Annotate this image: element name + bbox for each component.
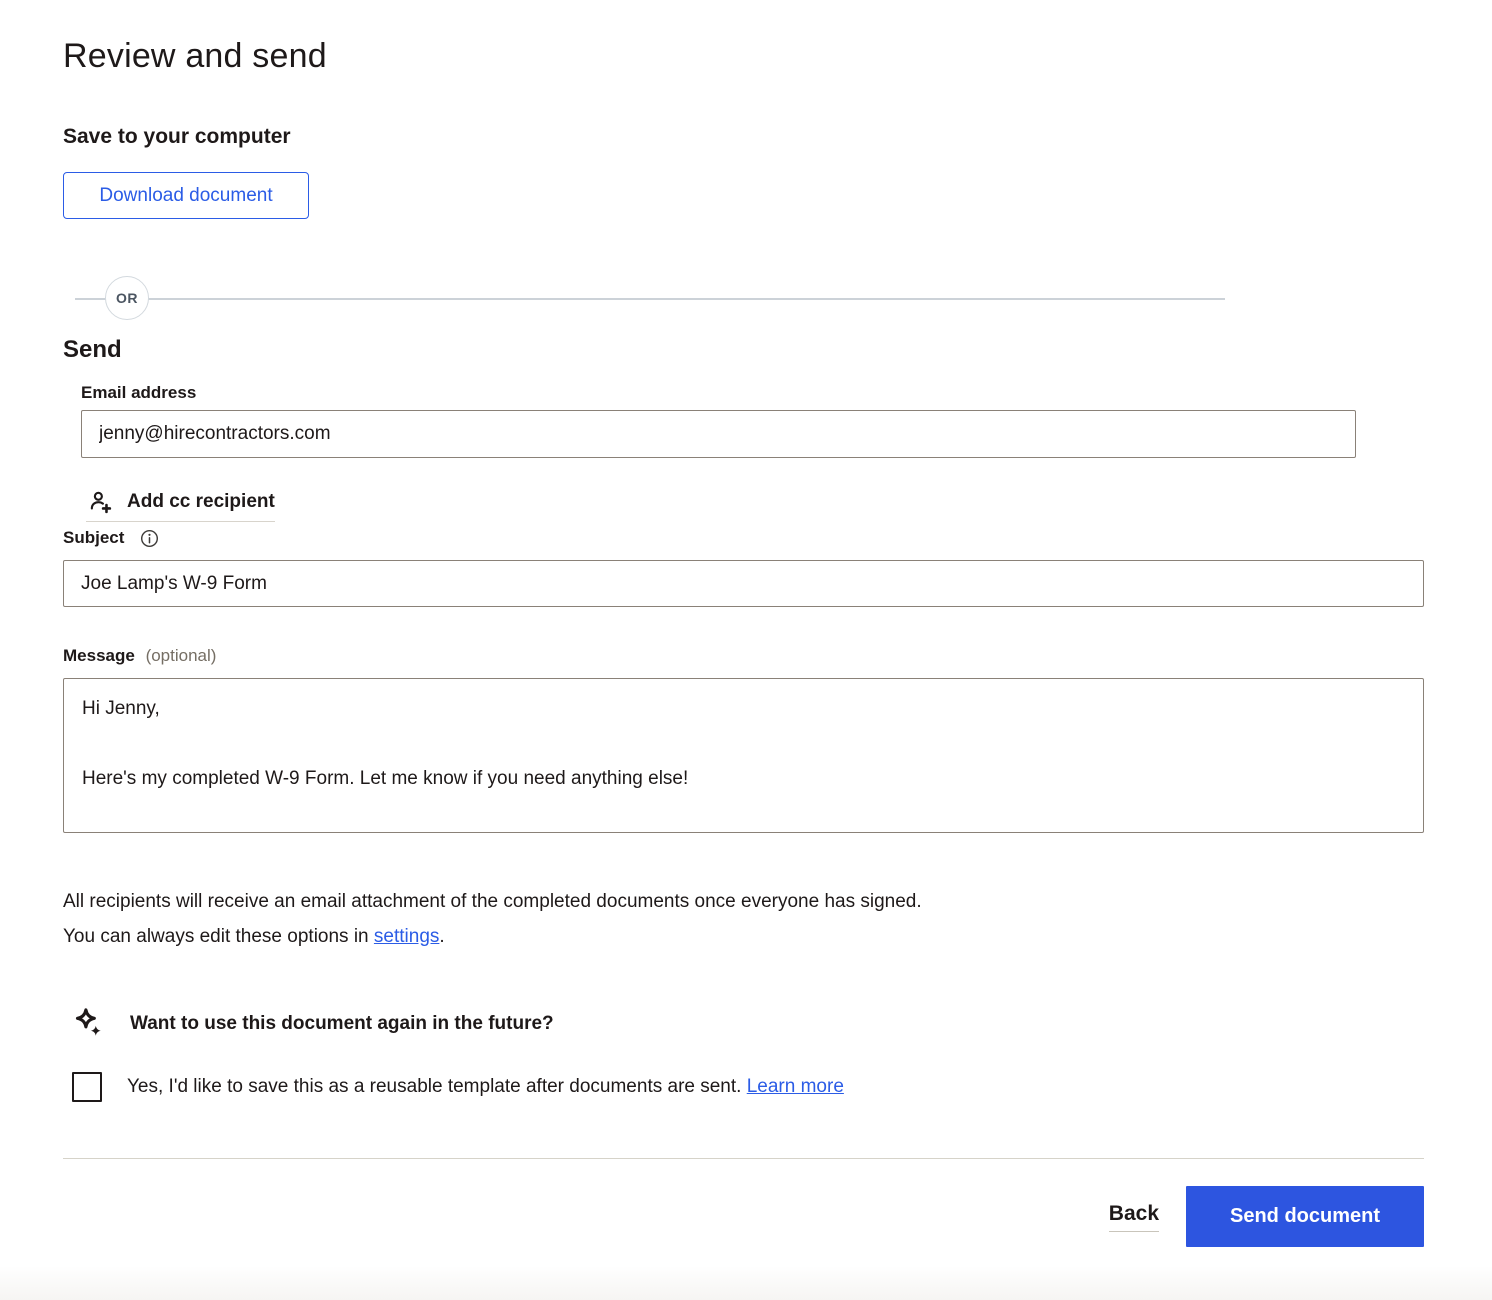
settings-link[interactable]: settings (374, 926, 439, 947)
subject-label: Subject (63, 528, 124, 548)
or-badge: OR (105, 276, 149, 320)
save-template-checkbox[interactable] (72, 1072, 102, 1102)
recipients-notice: All recipients will receive an email att… (63, 884, 943, 954)
info-icon[interactable] (140, 529, 159, 548)
divider-line (75, 298, 1225, 300)
save-template-text: Yes, I'd like to save this as a reusable… (127, 1076, 747, 1097)
send-document-button[interactable]: Send document (1186, 1186, 1424, 1247)
send-section-heading: Send (63, 335, 1424, 365)
message-label-row: Message (optional) (63, 645, 1424, 667)
message-label: Message (63, 646, 135, 665)
subject-label-row: Subject (63, 528, 1424, 548)
template-prompt-row: Want to use this document again in the f… (70, 1006, 1424, 1042)
save-template-row: Yes, I'd like to save this as a reusable… (72, 1072, 1424, 1102)
footer-divider (63, 1158, 1424, 1159)
notice-text-after: . (439, 926, 444, 947)
back-button[interactable]: Back (1109, 1202, 1159, 1232)
download-document-button[interactable]: Download document (63, 172, 309, 219)
sparkle-icon (70, 1006, 106, 1042)
template-prompt-heading: Want to use this document again in the f… (130, 1013, 554, 1035)
email-address-input[interactable] (81, 410, 1356, 458)
page-title: Review and send (63, 36, 1424, 76)
add-cc-recipient-button[interactable]: Add cc recipient (86, 488, 275, 522)
review-and-send-page: Review and send Save to your computer Do… (0, 0, 1492, 1300)
person-plus-icon (86, 488, 113, 515)
subject-input[interactable] (63, 560, 1424, 607)
learn-more-link[interactable]: Learn more (747, 1076, 844, 1097)
message-optional-hint: (optional) (146, 646, 217, 665)
notice-text: All recipients will receive an email att… (63, 891, 922, 947)
email-field-group: Email address (81, 383, 1424, 458)
save-template-label: Yes, I'd like to save this as a reusable… (127, 1076, 844, 1098)
message-textarea[interactable]: Hi Jenny, Here's my completed W-9 Form. … (63, 678, 1424, 833)
bottom-fade (0, 1266, 1492, 1300)
add-cc-recipient-label: Add cc recipient (127, 491, 275, 513)
email-address-label: Email address (81, 383, 1424, 403)
or-divider: OR (63, 276, 1225, 320)
save-section-heading: Save to your computer (63, 125, 1424, 149)
footer-actions: Back Send document (63, 1186, 1424, 1247)
